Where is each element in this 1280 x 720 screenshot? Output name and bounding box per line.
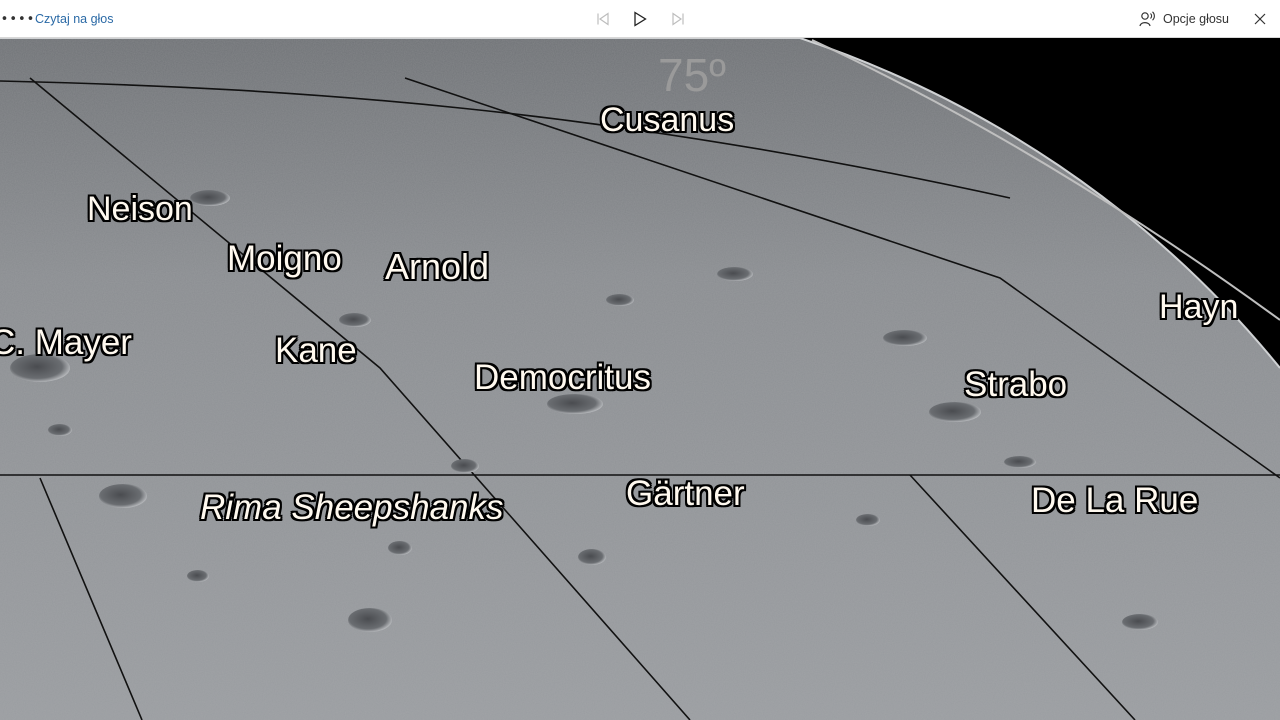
feature-label-arnold: Arnold xyxy=(385,246,490,287)
voice-icon xyxy=(1139,11,1155,27)
play-button[interactable] xyxy=(630,0,650,38)
feature-label-de-la-rue: De La Rue xyxy=(1031,481,1199,520)
latitude-label: 75º xyxy=(658,49,726,101)
feature-label-strabo: Strabo xyxy=(964,365,1068,404)
feature-label-kane: Kane xyxy=(275,331,357,370)
next-paragraph-button[interactable] xyxy=(668,0,688,38)
feature-label-hayn: Hayn xyxy=(1159,288,1239,326)
read-aloud-title[interactable]: Czytaj na głos xyxy=(35,0,114,38)
feature-label-cusanus: Cusanus xyxy=(600,101,735,139)
voice-options-button[interactable]: Opcje głosu xyxy=(1139,0,1229,38)
previous-paragraph-button[interactable] xyxy=(593,0,613,38)
feature-label-neison: Neison xyxy=(87,190,193,228)
feature-label-democritus: Democritus xyxy=(474,358,651,397)
close-button[interactable] xyxy=(1250,0,1270,38)
voice-options-label: Opcje głosu xyxy=(1163,12,1230,26)
lunar-map-view: 75º Cusanus Neison Moigno Arnold Hayn C.… xyxy=(0,38,1280,720)
feature-label-rima-sheepshanks: Rima Sheepshanks xyxy=(200,488,504,527)
close-icon xyxy=(1254,13,1266,25)
skip-previous-icon xyxy=(597,12,609,26)
read-aloud-toolbar: •••• Czytaj na głos Opcje głosu xyxy=(0,0,1280,38)
skip-next-icon xyxy=(672,12,684,26)
feature-label-moigno: Moigno xyxy=(227,239,342,278)
more-icon: •••• xyxy=(0,11,36,27)
play-icon xyxy=(634,11,647,27)
feature-label-gartner: Gärtner xyxy=(626,474,745,513)
more-options-button[interactable]: •••• xyxy=(1,0,35,38)
feature-label-c-mayer: C. Mayer xyxy=(0,323,132,362)
